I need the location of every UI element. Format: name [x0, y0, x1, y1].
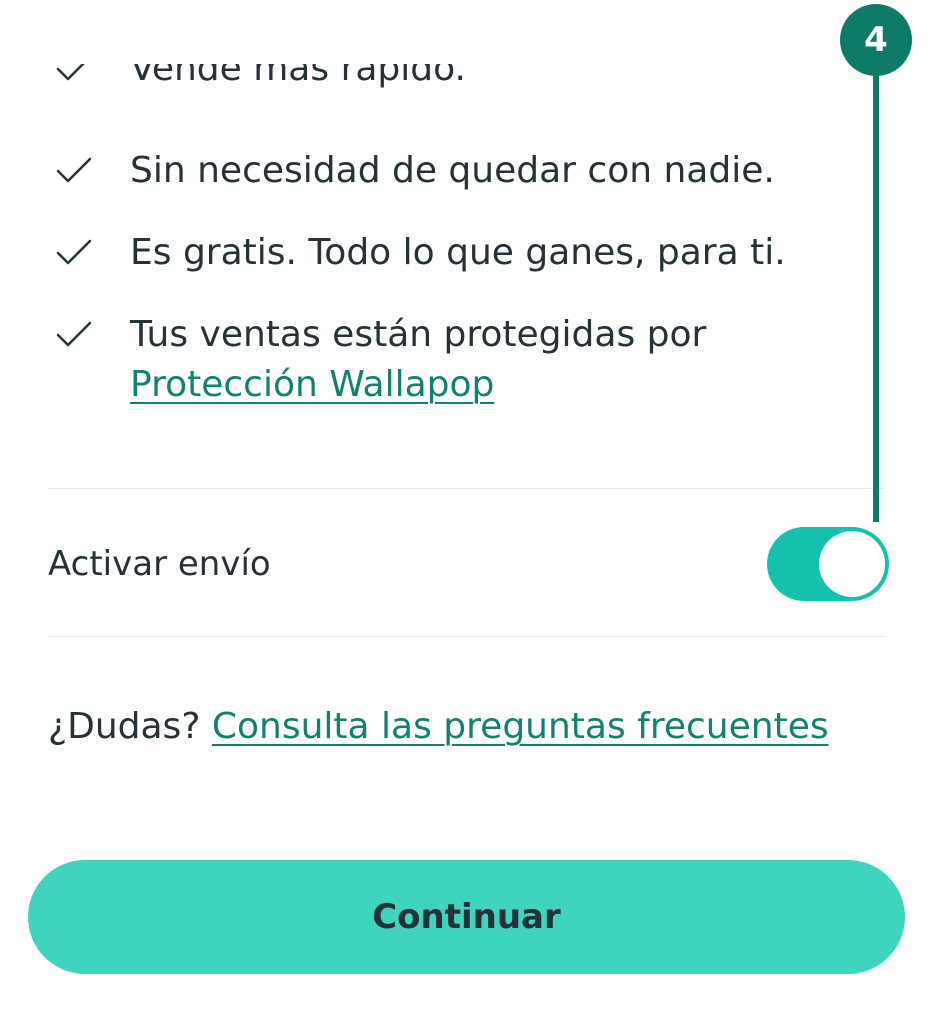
shipping-toggle-row[interactable]: Activar envío — [48, 526, 889, 602]
faq-line: ¿Dudas? Consulta las preguntas frecuente… — [48, 702, 829, 752]
check-icon — [54, 314, 94, 354]
benefit-item: Vende más rápido. — [54, 64, 466, 106]
faq-link[interactable]: Consulta las preguntas frecuentes — [212, 706, 829, 747]
benefit-text: Tus ventas están protegidas por Protecci… — [130, 310, 706, 410]
toggle-knob — [819, 531, 885, 597]
divider — [48, 488, 885, 489]
shipping-toggle-switch[interactable] — [767, 527, 889, 601]
benefit-text: Es gratis. Todo lo que ganes, para ti. — [130, 232, 786, 273]
proteccion-wallapop-link[interactable]: Protección Wallapop — [130, 364, 494, 405]
check-icon — [54, 64, 94, 88]
continue-button-label: Continuar — [372, 897, 561, 937]
benefit-text: Sin necesidad de quedar con nadie. — [130, 150, 775, 191]
check-icon — [54, 232, 94, 272]
benefit-item: Sin necesidad de quedar con nadie. — [54, 146, 775, 196]
check-icon — [54, 150, 94, 190]
benefit-item: Tus ventas están protegidas por Protecci… — [54, 310, 706, 410]
continue-button[interactable]: Continuar — [28, 860, 905, 974]
divider — [48, 636, 885, 637]
annotation-pointer-line — [873, 60, 879, 522]
benefit-text: Vende más rápido. — [130, 64, 466, 89]
annotation-badge: 4 — [840, 4, 912, 76]
benefit-text-prefix: Tus ventas están protegidas por — [130, 314, 707, 355]
shipping-toggle-label: Activar envío — [48, 544, 271, 584]
faq-prefix: ¿Dudas? — [48, 706, 201, 747]
benefit-item: Es gratis. Todo lo que ganes, para ti. — [54, 228, 786, 278]
